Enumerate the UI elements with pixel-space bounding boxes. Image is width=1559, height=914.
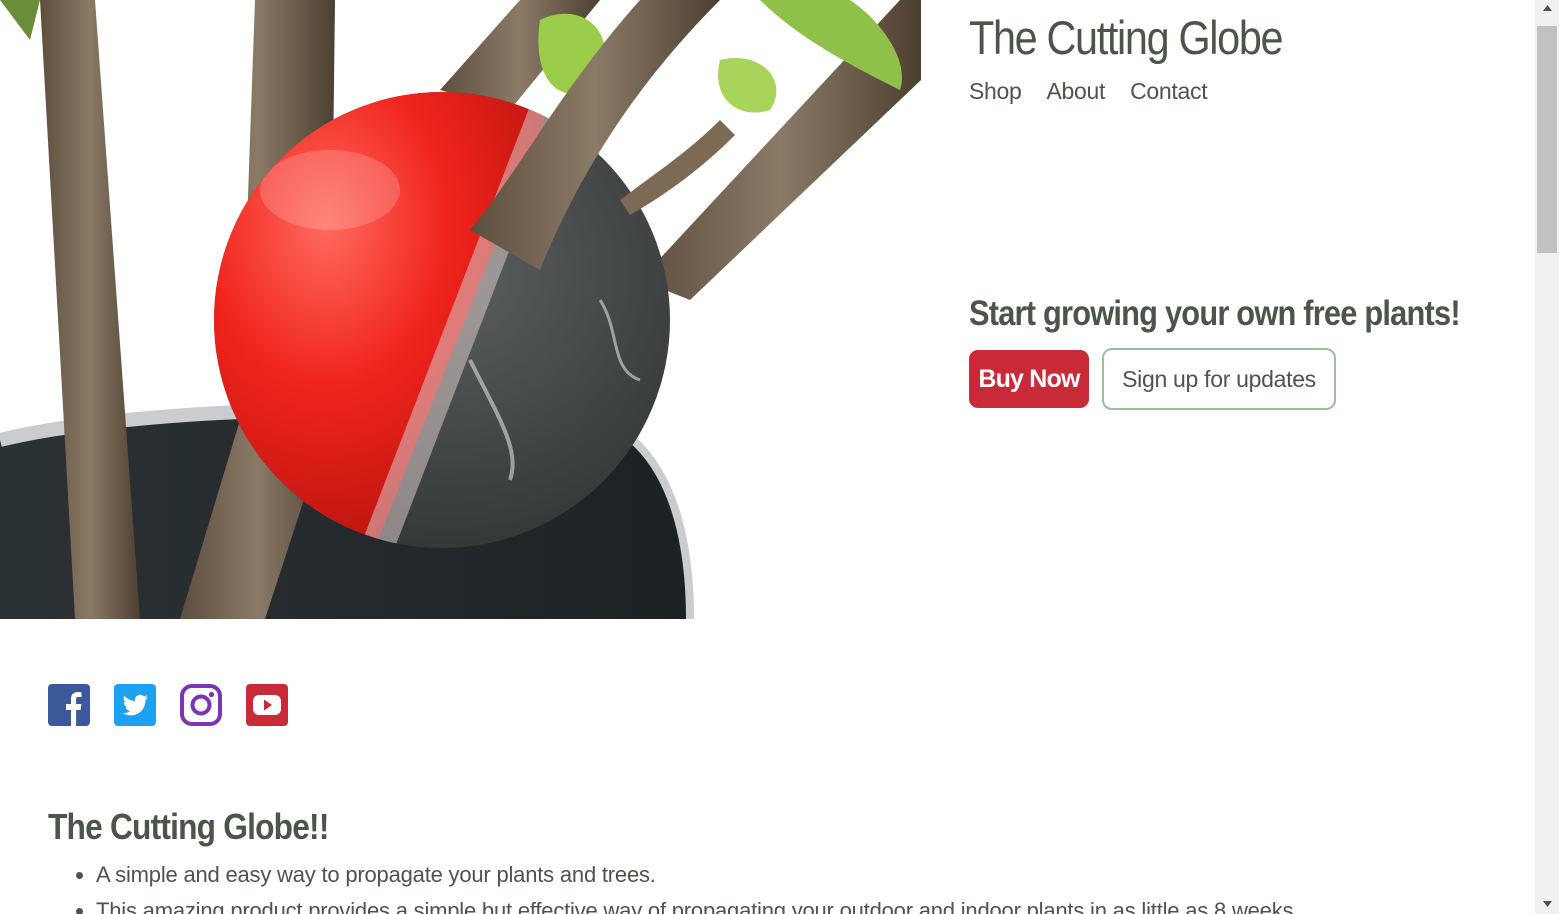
sign-up-updates-button[interactable]: Sign up for updates [1102,348,1336,410]
facebook-icon [48,684,90,726]
list-item: This amazing product provides a simple b… [96,893,1299,914]
nav-contact-link[interactable]: Contact [1130,78,1207,105]
nav-about-link[interactable]: About [1047,78,1106,105]
caret-up-icon [1542,5,1552,11]
feature-list: A simple and easy way to propagate your … [48,857,1299,914]
facebook-link[interactable] [48,684,90,726]
hero-tagline: Start growing your own free plants! [969,294,1461,333]
main-nav: Shop About Contact [969,78,1208,105]
section-heading: The Cutting Globe!! [48,806,329,847]
youtube-icon [246,684,288,726]
scroll-up-arrow[interactable] [1535,0,1559,17]
caret-down-icon [1542,901,1552,907]
twitter-icon [114,684,156,726]
instagram-icon [180,684,222,726]
scrollbar-thumb[interactable] [1537,26,1557,253]
scroll-down-arrow[interactable] [1535,897,1559,914]
vertical-scrollbar[interactable] [1535,0,1559,914]
social-links [48,684,288,726]
list-item: A simple and easy way to propagate your … [96,857,1299,893]
hero-image [0,0,921,619]
nav-shop-link[interactable]: Shop [969,78,1022,105]
twitter-link[interactable] [114,684,156,726]
page: The Cutting Globe Shop About Contact Sta… [0,0,1535,914]
youtube-link[interactable] [246,684,288,726]
instagram-link[interactable] [180,684,222,726]
buy-now-button[interactable]: Buy Now [969,350,1089,408]
site-title: The Cutting Globe [969,11,1284,64]
cutting-globe-photo [0,0,921,619]
